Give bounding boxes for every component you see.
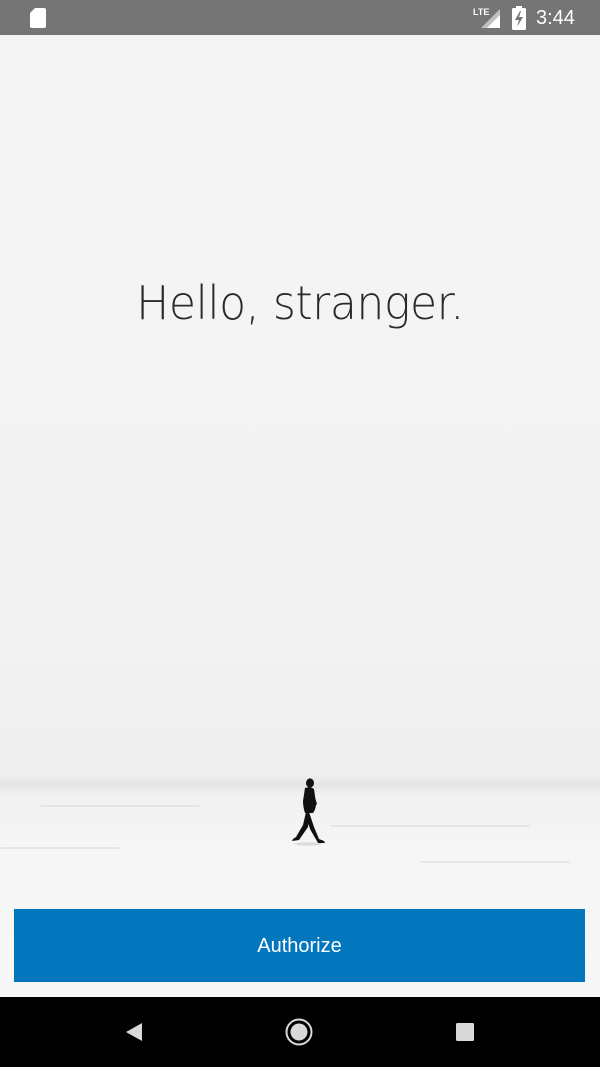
lte-label: LTE: [473, 7, 489, 17]
navigation-bar: [0, 997, 600, 1067]
walker-icon: [292, 778, 325, 846]
lte-signal-icon: LTE: [473, 7, 500, 28]
recents-icon[interactable]: [456, 1023, 474, 1041]
status-time: 3:44: [536, 7, 575, 29]
greeting-title: Hello, stranger.: [136, 276, 464, 330]
sd-card-icon: [30, 8, 46, 28]
home-icon[interactable]: [285, 1018, 313, 1046]
status-bar: LTE 3:44: [0, 0, 600, 35]
authorize-button[interactable]: Authorize: [14, 909, 585, 982]
main-content: Hello, stranger. Authorize: [0, 35, 600, 997]
snow-streak: [0, 847, 120, 849]
snow-streak: [40, 805, 200, 807]
app-screen: LTE 3:44 Hello, stranger. Authorize: [0, 0, 600, 1067]
snow-streak: [420, 861, 570, 863]
battery-charging-icon: [512, 6, 526, 30]
back-icon[interactable]: [124, 1021, 144, 1043]
snow-streak: [330, 825, 530, 827]
